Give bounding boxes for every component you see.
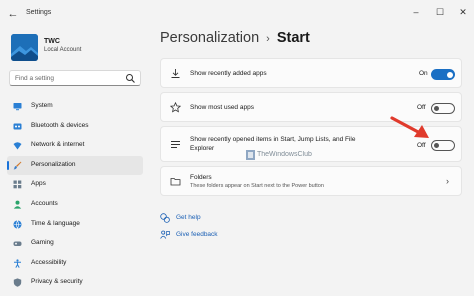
- user-account-type: Local Account: [44, 47, 82, 53]
- sidebar-item-system[interactable]: System: [7, 97, 143, 117]
- most-used-apps-toggle[interactable]: [431, 103, 455, 114]
- give-feedback-link[interactable]: Give feedback: [176, 231, 218, 238]
- folder-icon: [170, 178, 181, 186]
- sidebar-item-privacy-security[interactable]: Privacy & security: [7, 273, 143, 293]
- gamepad-icon: [13, 241, 22, 247]
- breadcrumb-parent[interactable]: Personalization: [160, 30, 259, 46]
- sidebar-item-label: Privacy & security: [31, 278, 83, 286]
- get-help-link[interactable]: Get help: [176, 214, 201, 221]
- setting-label-line1: Show recently opened items in Start, Jum…: [190, 136, 356, 143]
- setting-label: Folders: [190, 174, 212, 181]
- title-bar: ← Settings – ☐ ✕: [0, 0, 474, 28]
- sidebar-item-label: Apps: [31, 180, 46, 188]
- setting-folders[interactable]: Folders These folders appear on Start ne…: [160, 166, 462, 196]
- list-icon: [171, 141, 180, 148]
- watermark-text: TheWindowsClub: [257, 151, 312, 158]
- toggle-state-label: Off: [417, 142, 426, 149]
- search-placeholder: Find a setting: [15, 75, 55, 82]
- monitor-icon: [13, 103, 22, 111]
- toggle-state-label: On: [419, 70, 428, 77]
- sidebar-item-label: Network & internet: [31, 141, 85, 149]
- watermark-logo-icon: [246, 150, 255, 160]
- shield-icon: [13, 278, 22, 288]
- setting-label-line2: Explorer: [190, 145, 215, 152]
- star-icon: [170, 102, 181, 113]
- minimize-button[interactable]: –: [408, 5, 424, 19]
- accessibility-icon: [14, 259, 21, 268]
- page-title: Start: [276, 30, 310, 46]
- close-button[interactable]: ✕: [455, 5, 471, 19]
- setting-label: Show recently added apps: [190, 70, 267, 77]
- watermark: TheWindowsClub: [244, 149, 318, 162]
- globe-icon: [13, 219, 22, 229]
- user-name: TWC: [44, 38, 60, 45]
- sidebar-item-label: Bluetooth & devices: [31, 121, 89, 129]
- sidebar-item-network[interactable]: Network & internet: [7, 136, 143, 156]
- person-icon: [13, 200, 22, 209]
- sidebar-item-label: Gaming: [31, 239, 54, 247]
- sidebar-nav: System Bluetooth & devices Network & int…: [7, 97, 143, 293]
- app-title: Settings: [26, 9, 52, 16]
- help-icon: [160, 213, 170, 223]
- sidebar-item-bluetooth[interactable]: Bluetooth & devices: [7, 117, 143, 137]
- sidebar-item-accounts[interactable]: Accounts: [7, 195, 143, 215]
- setting-most-used-apps: Show most used apps Off: [160, 92, 462, 122]
- breadcrumb-separator: ›: [266, 33, 270, 45]
- sidebar-item-personalization[interactable]: Personalization: [7, 155, 143, 176]
- sidebar-item-label: Accounts: [31, 199, 58, 207]
- sidebar-item-label: Time & language: [31, 219, 80, 227]
- feedback-icon: [160, 230, 170, 239]
- setting-description: These folders appear on Start next to th…: [190, 183, 324, 189]
- brush-icon: [13, 161, 22, 170]
- chevron-right-icon: ›: [446, 176, 449, 186]
- bluetooth-icon: [13, 123, 22, 130]
- wifi-icon: [13, 142, 22, 150]
- apps-icon: [13, 180, 22, 189]
- recently-opened-items-toggle[interactable]: [431, 140, 455, 151]
- toggle-state-label: Off: [417, 104, 426, 111]
- sidebar-item-time-language[interactable]: Time & language: [7, 215, 143, 235]
- sidebar-item-accessibility[interactable]: Accessibility: [7, 254, 143, 274]
- sidebar-item-apps[interactable]: Apps: [7, 175, 143, 195]
- search-icon: [126, 74, 135, 83]
- breadcrumb: Personalization › Start: [160, 30, 310, 46]
- sidebar-item-label: System: [31, 102, 53, 109]
- search-input[interactable]: Find a setting: [9, 70, 141, 86]
- sidebar-item-label: Personalization: [31, 160, 76, 168]
- avatar: [11, 34, 38, 61]
- back-arrow-icon[interactable]: ←: [6, 7, 20, 21]
- download-icon: [171, 69, 180, 78]
- recently-added-apps-toggle[interactable]: [431, 69, 455, 80]
- setting-label: Show most used apps: [190, 104, 254, 111]
- setting-recently-added-apps: Show recently added apps On: [160, 58, 462, 88]
- sidebar-item-label: Accessibility: [31, 258, 67, 266]
- sidebar-item-gaming[interactable]: Gaming: [7, 234, 143, 254]
- maximize-button[interactable]: ☐: [432, 5, 448, 19]
